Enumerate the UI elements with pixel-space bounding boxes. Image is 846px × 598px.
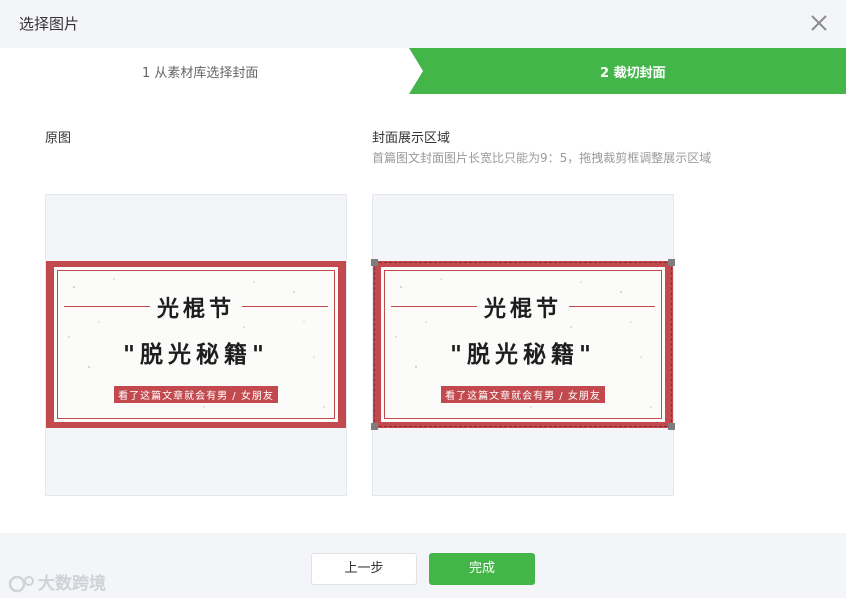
step-navigator: 1 从素材库选择封面 2 裁切封面: [0, 48, 846, 94]
step-bar-graphic: [0, 48, 846, 94]
cover-frame: 光棍节 "脱光秘籍" 看了这篇文章就会有男 / 女朋友: [57, 270, 335, 419]
cover-image: 光棍节 "脱光秘籍" 看了这篇文章就会有男 / 女朋友: [46, 261, 346, 428]
cover-title: 光棍节: [156, 296, 235, 322]
crop-handle-top-left[interactable]: [371, 259, 378, 266]
close-button[interactable]: [808, 12, 830, 34]
original-image-label: 原图: [45, 131, 72, 146]
done-button[interactable]: 完成: [429, 553, 535, 585]
dialog-title: 选择图片: [19, 15, 80, 33]
cover-tag-text: 看了这篇文章就会有男 / 女朋友: [114, 386, 278, 403]
watermark-text: 大数跨境: [38, 574, 106, 594]
display-area-label: 封面展示区域: [372, 131, 451, 146]
step-2-crop-cover: 2 裁切封面: [600, 66, 666, 81]
dialog-footer: 上一步 完成: [0, 533, 846, 598]
step-1-select-from-library: 1 从素材库选择封面: [142, 66, 259, 81]
crop-ratio-hint: 首篇图文封面图片长宽比只能为9：5，拖拽裁剪框调整展示区域: [372, 151, 712, 165]
original-image-panel: 光棍节 "脱光秘籍" 看了这篇文章就会有男 / 女朋友: [45, 194, 347, 496]
cover-tag: 看了这篇文章就会有男 / 女朋友: [58, 384, 334, 403]
dialog-header: 选择图片: [0, 0, 846, 48]
previous-step-button[interactable]: 上一步: [311, 553, 417, 585]
crop-preview-panel: 光棍节 "脱光秘籍" 看了这篇文章就会有男 / 女朋友: [371, 194, 675, 496]
close-icon: [811, 15, 827, 31]
crop-selection-box[interactable]: [371, 259, 675, 430]
watermark-logo-icon: [8, 575, 34, 593]
crop-handle-top-right[interactable]: [668, 259, 675, 266]
watermark: 大数跨境: [8, 569, 106, 594]
crop-handle-bottom-right[interactable]: [668, 423, 675, 430]
cover-subtitle: "脱光秘籍": [123, 341, 269, 368]
crop-handle-bottom-left[interactable]: [371, 423, 378, 430]
